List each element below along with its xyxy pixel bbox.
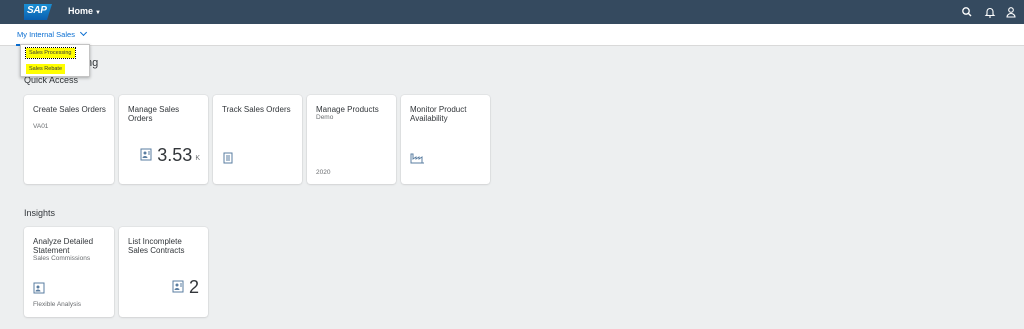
tile-title: Manage Sales Orders <box>128 105 180 123</box>
group-selector-label: My Internal Sales <box>17 30 75 39</box>
tile-create-sales-orders[interactable]: Create Sales Orders VA01 <box>24 95 114 184</box>
sap-logo-text: SAP <box>27 5 47 16</box>
tile-analyze-detailed-statement[interactable]: Analyze Detailed Statement Sales Commiss… <box>24 227 114 317</box>
tile-subtitle: VA01 <box>33 123 49 130</box>
tile-manage-sales-orders[interactable]: Manage Sales Orders 3.53 K <box>119 95 208 184</box>
document-contact-icon <box>140 148 152 161</box>
home-label: Home <box>68 6 94 16</box>
tile-title: List Incomplete Sales Contracts <box>128 237 185 255</box>
home-menu-button[interactable]: Home ▼ <box>68 6 101 16</box>
dropdown-item-sales-processing[interactable]: Sales Processing <box>25 47 76 59</box>
tile-manage-products[interactable]: Manage Products Demo 2020 <box>307 95 396 184</box>
kpi-value: 3.53 <box>157 145 193 165</box>
kpi-value: 2 <box>188 277 199 297</box>
tile-kpi: 3.53 K <box>140 146 200 164</box>
section-title-insights: Insights <box>24 208 56 218</box>
tile-title: Manage Products <box>316 105 379 114</box>
group-selector[interactable]: My Internal Sales <box>17 28 87 39</box>
search-icon[interactable] <box>960 5 974 19</box>
bell-icon[interactable] <box>983 5 997 19</box>
tile-subtitle: Sales Commissions <box>33 255 91 262</box>
tile-footer: Flexible Analysis <box>33 301 82 308</box>
tile-subtitle: Demo <box>316 114 334 121</box>
tile-monitor-product-availability[interactable]: Monitor Product Availability <box>401 95 490 184</box>
group-dropdown-menu: Sales Processing Sales Rebate <box>20 44 90 77</box>
factory-icon <box>410 153 424 164</box>
shell-bar: SAP Home ▼ <box>0 0 1024 24</box>
user-icon[interactable] <box>1004 5 1018 19</box>
tile-list-incomplete-sales-contracts[interactable]: List Incomplete Sales Contracts 2 <box>119 227 208 317</box>
caret-down-icon: ▼ <box>95 10 101 16</box>
tile-track-sales-orders[interactable]: Track Sales Orders <box>213 95 302 184</box>
document-list-icon <box>223 152 233 164</box>
sap-logo[interactable]: SAP <box>24 4 52 20</box>
tile-title: Monitor Product Availability <box>410 105 467 123</box>
chevron-down-icon <box>79 28 87 37</box>
tile-title: Analyze Detailed Statement <box>33 237 94 255</box>
tile-footer: 2020 <box>316 169 331 176</box>
anchor-navigation-bar: My Internal Sales <box>0 24 1024 46</box>
tile-title: Track Sales Orders <box>222 105 291 114</box>
kpi-unit: K <box>195 155 200 162</box>
document-contact-icon <box>172 280 184 293</box>
tile-title: Create Sales Orders <box>33 105 106 114</box>
dropdown-item-sales-rebate[interactable]: Sales Rebate <box>26 64 66 74</box>
tile-kpi: 2 <box>172 278 199 296</box>
document-contact-icon <box>33 282 45 294</box>
